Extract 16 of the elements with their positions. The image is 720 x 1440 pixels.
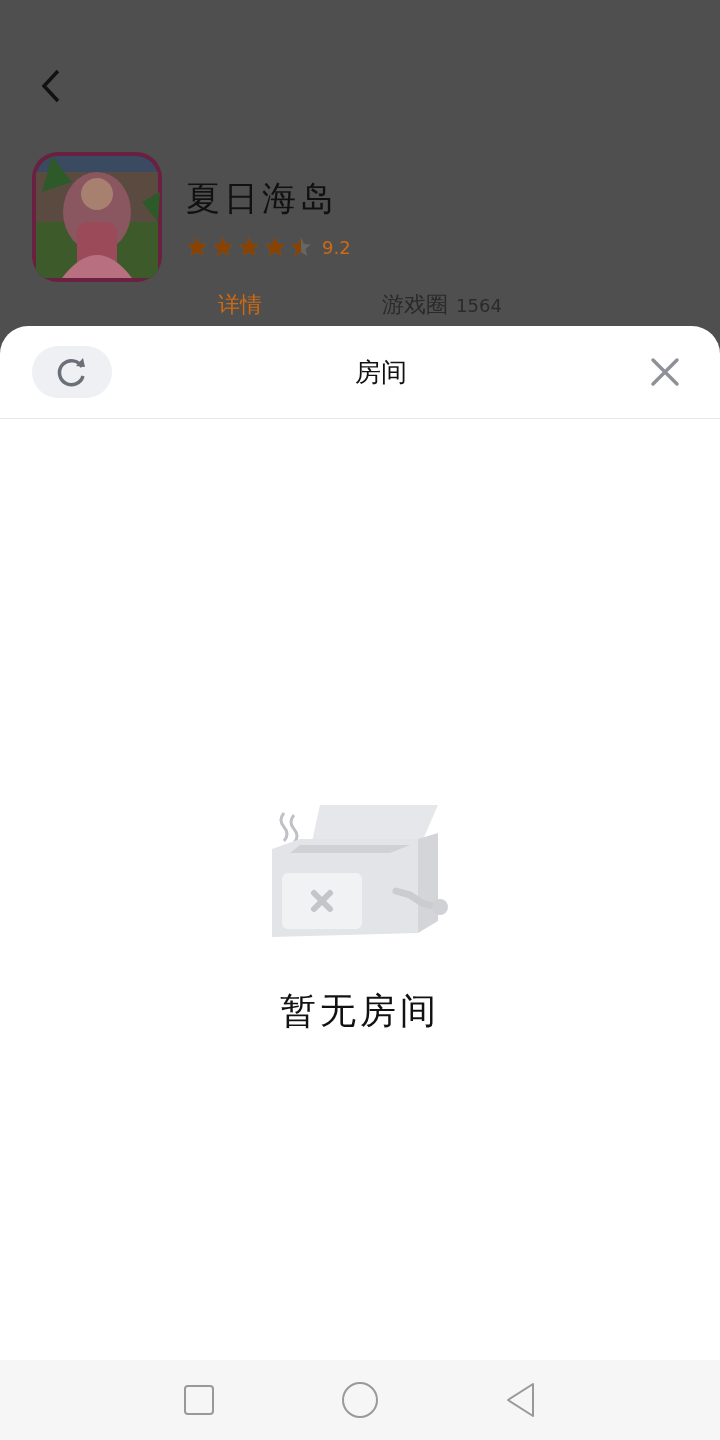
close-button[interactable] <box>650 357 680 387</box>
half-star-icon <box>290 236 312 258</box>
tab[interactable]: 详情 <box>218 290 263 320</box>
star-icon <box>238 236 260 258</box>
refresh-button[interactable] <box>32 346 112 398</box>
back-icon[interactable] <box>40 68 62 104</box>
back-button[interactable] <box>505 1382 537 1418</box>
game-title: 夏日海岛 <box>186 177 339 220</box>
sheet-title: 房间 <box>355 355 407 389</box>
recent-apps-button[interactable] <box>183 1384 215 1416</box>
rating-score: 9.2 <box>322 236 351 258</box>
empty-message: 暂无房间 <box>280 989 440 1033</box>
home-button[interactable] <box>341 1381 379 1419</box>
star-icon <box>212 236 234 258</box>
star-icon <box>264 236 286 258</box>
star-icon <box>186 236 208 258</box>
